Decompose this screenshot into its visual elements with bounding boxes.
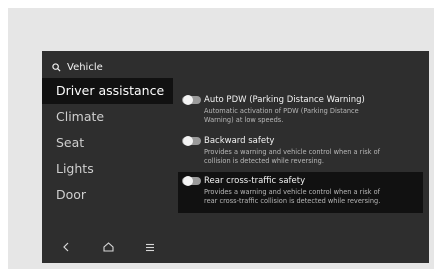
setting-description: Provides a warning and vehicle control w…	[204, 188, 381, 205]
setting-rear-cross-traffic-safety[interactable]: Rear cross-traffic safety Provides a war…	[178, 172, 423, 213]
rear-cross-traffic-toggle[interactable]	[182, 176, 201, 186]
auto-pdw-toggle[interactable]	[182, 95, 201, 105]
sidebar-item-label: Lights	[56, 161, 94, 176]
search-icon[interactable]	[52, 62, 61, 72]
sidebar-item-label: Driver assistance	[56, 83, 165, 98]
page-title: Vehicle	[67, 61, 103, 73]
setting-backward-safety[interactable]: Backward safety Provides a warning and v…	[178, 132, 423, 168]
setting-description: Automatic activation of PDW (Parking Dis…	[204, 107, 359, 124]
setting-auto-pdw[interactable]: Auto PDW (Parking Distance Warning) Auto…	[178, 91, 423, 127]
sidebar-item-driver-assistance[interactable]: Driver assistance	[42, 78, 173, 104]
sidebar-item-seat[interactable]: Seat	[42, 130, 173, 156]
setting-title: Auto PDW (Parking Distance Warning)	[204, 95, 365, 105]
vehicle-settings-screen: Vehicle Driver assistance Climate Seat L…	[42, 51, 429, 263]
sidebar-item-lights[interactable]: Lights	[42, 156, 173, 182]
back-icon[interactable]	[58, 239, 74, 255]
sidebar-item-climate[interactable]: Climate	[42, 104, 173, 130]
menu-icon[interactable]	[142, 239, 158, 255]
bottom-nav-bar	[42, 237, 173, 257]
sidebar: Driver assistance Climate Seat Lights Do…	[42, 78, 173, 208]
setting-title: Backward safety	[204, 136, 275, 146]
sidebar-item-label: Climate	[56, 109, 105, 124]
home-icon[interactable]	[100, 239, 116, 255]
backward-safety-toggle[interactable]	[182, 136, 201, 146]
setting-title: Rear cross-traffic safety	[204, 176, 306, 186]
page-frame: Vehicle Driver assistance Climate Seat L…	[8, 8, 434, 269]
sidebar-item-label: Seat	[56, 135, 85, 150]
sidebar-item-label: Door	[56, 187, 87, 202]
setting-description: Provides a warning and vehicle control w…	[204, 148, 380, 165]
header: Vehicle	[52, 59, 103, 75]
sidebar-item-door[interactable]: Door	[42, 182, 173, 208]
